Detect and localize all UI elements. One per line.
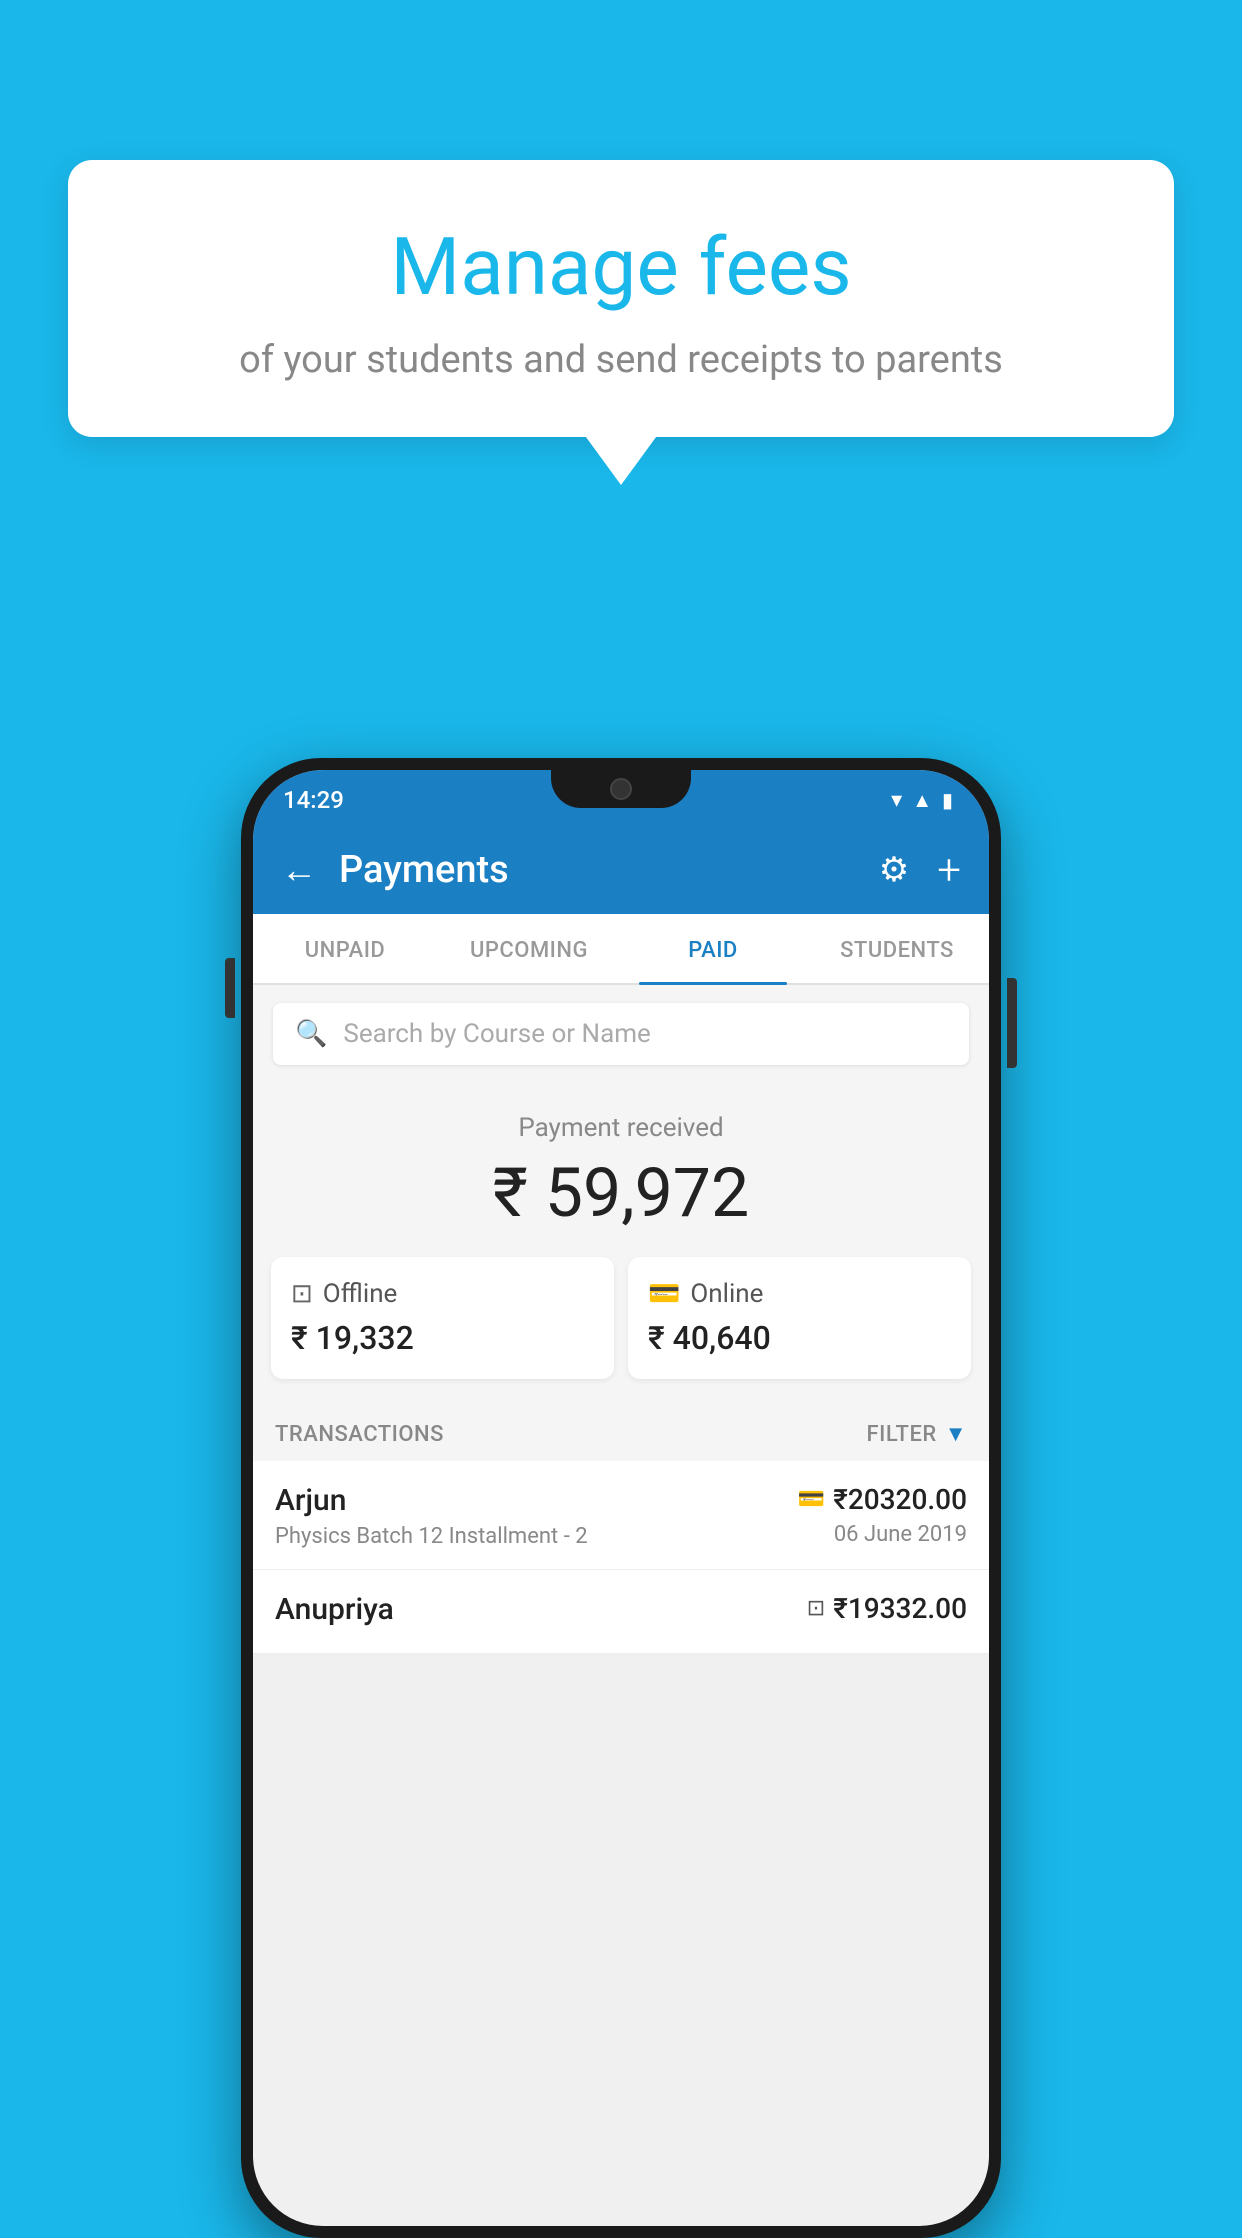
- online-amount: ₹ 40,640: [648, 1319, 951, 1357]
- tabs-bar: UNPAID UPCOMING PAID STUDENTS: [253, 914, 989, 985]
- status-icons: ▾ ▲ ▮: [891, 788, 953, 813]
- tooltip-title: Manage fees: [118, 220, 1124, 314]
- back-button[interactable]: ←: [281, 849, 317, 891]
- search-bar[interactable]: 🔍 Search by Course or Name: [273, 1003, 969, 1065]
- tab-paid[interactable]: PAID: [621, 914, 805, 983]
- filter-label: FILTER: [866, 1422, 936, 1447]
- tooltip-card: Manage fees of your students and send re…: [68, 160, 1174, 437]
- transaction-info: Anupriya: [275, 1592, 807, 1633]
- online-label: Online: [690, 1279, 763, 1309]
- phone-notch: [551, 770, 691, 808]
- settings-icon[interactable]: ⚙: [879, 850, 909, 890]
- transaction-name: Anupriya: [275, 1592, 807, 1627]
- transaction-row[interactable]: Arjun Physics Batch 12 Installment - 2 💳…: [253, 1461, 989, 1570]
- transaction-amount-info: 💳 ₹20320.00 06 June 2019: [798, 1483, 967, 1547]
- payment-received-label: Payment received: [253, 1113, 989, 1143]
- payment-cards: ⊡ Offline ₹ 19,332 💳 Online ₹ 40,640: [253, 1257, 989, 1403]
- offline-payment-icon: ⊡: [291, 1279, 313, 1309]
- offline-mode-icon: ⊡: [807, 1596, 825, 1621]
- header-actions: ⚙ +: [879, 846, 961, 895]
- phone-screen: 14:29 ▾ ▲ ▮ ← Payments ⚙ + UNPAID UPCOMI…: [253, 770, 989, 2226]
- offline-card: ⊡ Offline ₹ 19,332: [271, 1257, 614, 1379]
- wifi-icon: ▾: [891, 788, 902, 813]
- transaction-desc: Physics Batch 12 Installment - 2: [275, 1524, 798, 1549]
- transaction-amount-info: ⊡ ₹19332.00: [807, 1592, 967, 1625]
- search-icon: 🔍: [295, 1019, 327, 1049]
- battery-icon: ▮: [942, 788, 953, 812]
- add-icon[interactable]: +: [937, 846, 961, 895]
- transaction-amount: ₹19332.00: [833, 1592, 967, 1625]
- phone-frame: 14:29 ▾ ▲ ▮ ← Payments ⚙ + UNPAID UPCOMI…: [241, 758, 1001, 2238]
- signal-icon: ▲: [912, 788, 932, 813]
- online-card-header: 💳 Online: [648, 1279, 951, 1309]
- offline-card-header: ⊡ Offline: [291, 1279, 594, 1309]
- online-payment-icon: 💳: [648, 1279, 680, 1309]
- transaction-amount: ₹20320.00: [833, 1483, 967, 1516]
- payment-received-section: Payment received ₹ 59,972: [253, 1083, 989, 1257]
- app-header: ← Payments ⚙ +: [253, 826, 989, 914]
- tab-students[interactable]: STUDENTS: [805, 914, 989, 983]
- online-mode-icon: 💳: [798, 1487, 825, 1512]
- transactions-list: Arjun Physics Batch 12 Installment - 2 💳…: [253, 1461, 989, 1654]
- search-placeholder: Search by Course or Name: [343, 1019, 650, 1049]
- online-card: 💳 Online ₹ 40,640: [628, 1257, 971, 1379]
- transaction-date: 06 June 2019: [834, 1522, 967, 1547]
- tab-upcoming[interactable]: UPCOMING: [437, 914, 621, 983]
- transactions-header: TRANSACTIONS FILTER ▼: [253, 1403, 989, 1461]
- filter-icon: ▼: [945, 1421, 967, 1447]
- offline-label: Offline: [323, 1279, 398, 1309]
- transaction-row[interactable]: Anupriya ⊡ ₹19332.00: [253, 1570, 989, 1654]
- page-title: Payments: [339, 848, 879, 892]
- transactions-label: TRANSACTIONS: [275, 1422, 444, 1447]
- amount-row: 💳 ₹20320.00: [798, 1483, 967, 1516]
- filter-button[interactable]: FILTER ▼: [866, 1421, 967, 1447]
- tab-unpaid[interactable]: UNPAID: [253, 914, 437, 983]
- front-camera: [610, 778, 632, 800]
- tooltip-subtitle: of your students and send receipts to pa…: [118, 338, 1124, 382]
- power-button: [1007, 978, 1017, 1068]
- amount-row: ⊡ ₹19332.00: [807, 1592, 967, 1625]
- transaction-info: Arjun Physics Batch 12 Installment - 2: [275, 1483, 798, 1549]
- volume-button: [225, 958, 235, 1018]
- offline-amount: ₹ 19,332: [291, 1319, 594, 1357]
- search-container: 🔍 Search by Course or Name: [253, 985, 989, 1083]
- payment-total-amount: ₹ 59,972: [253, 1153, 989, 1233]
- status-time: 14:29: [283, 786, 344, 814]
- transaction-name: Arjun: [275, 1483, 798, 1518]
